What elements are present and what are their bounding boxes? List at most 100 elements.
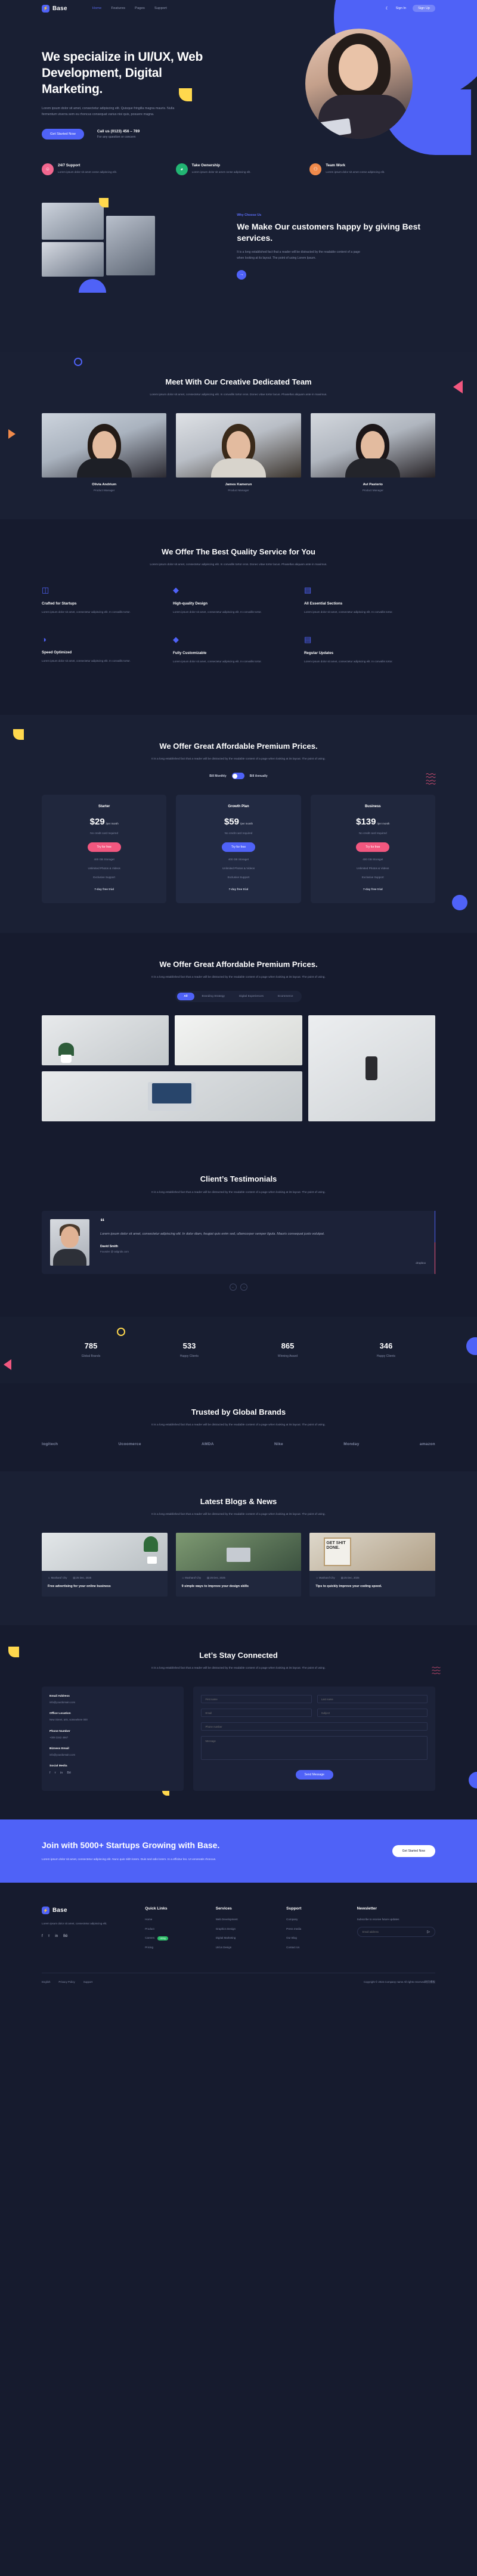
send-message-button[interactable]: Send Message <box>295 1770 333 1780</box>
sign-up-button[interactable]: Sign Up <box>413 5 435 12</box>
footer: ⚡ Base Lorem ipsum dolor sit amet, conse… <box>0 1883 477 1995</box>
tab-branding-strategy[interactable]: Branding Strategy <box>196 993 231 1000</box>
stat-value: 346 <box>379 1341 393 1350</box>
blog-subtitle: It is a long established fact that a rea… <box>151 1513 326 1517</box>
plan-try-button[interactable]: Try for free <box>221 842 256 853</box>
email-input[interactable] <box>201 1709 312 1718</box>
message-textarea[interactable] <box>201 1736 428 1760</box>
twitter-icon[interactable]: т <box>55 1771 57 1775</box>
footer-link-contact-us[interactable]: Contact Us <box>286 1945 345 1950</box>
footer-brand-column: ⚡ Base Lorem ipsum dolor sit amet, conse… <box>42 1907 133 1955</box>
portfolio-item[interactable] <box>175 1015 302 1066</box>
portfolio-item[interactable] <box>308 1015 435 1122</box>
send-icon[interactable]: ▷ <box>427 1930 430 1934</box>
team-title: Meet With Our Creative Dedicated Team <box>165 377 312 386</box>
service-text: Lorem ipsum dolor sit amet, consectetur … <box>172 660 262 664</box>
blog-author: Musharof Chy <box>318 1576 335 1580</box>
behance-icon[interactable]: Bē <box>63 1935 67 1938</box>
footer-link-pricing[interactable]: Pricing <box>145 1945 203 1950</box>
plan-trial: 7-day free trial <box>363 888 383 892</box>
facebook-icon[interactable]: f <box>49 1771 51 1775</box>
feature-text: Lorem ipsum dolor sit amet conse adipisc… <box>58 170 117 173</box>
yellow-shape-decor-3 <box>13 729 24 740</box>
sign-in-link[interactable]: Sign In <box>396 7 406 10</box>
blog-card[interactable]: ☺ Musharof Chy ▤ 25 Dec, 2025 Free adver… <box>42 1533 168 1597</box>
nav-item-support[interactable]: Support <box>154 7 167 10</box>
footer-socials: f т in Bē <box>42 1935 133 1938</box>
blog-card[interactable]: GET SHIT DONE. ☺ Musharof Chy ▤ 25 Dec, … <box>309 1533 436 1597</box>
cta-text: Lorem ipsum dolor sit amet, consectetur … <box>42 1858 216 1861</box>
nav-actions: ☾ Sign In Sign Up <box>385 5 435 12</box>
footer-link-graphics-design[interactable]: Graphics Design <box>216 1927 274 1932</box>
linkedin-icon[interactable]: in <box>60 1771 63 1775</box>
arrow-left-icon[interactable]: ← <box>230 1283 237 1291</box>
services-title: We Offer The Best Quality Service for Yo… <box>162 547 315 556</box>
nav-item-pages[interactable]: Pages <box>135 7 145 10</box>
service-card: ◑ Speed Optimized Lorem ipsum dolor sit … <box>42 635 173 664</box>
phone-input[interactable] <box>201 1722 428 1731</box>
service-title: Speed Optimized <box>42 650 72 655</box>
first-name-input[interactable] <box>201 1695 312 1704</box>
facebook-icon[interactable]: f <box>42 1935 43 1938</box>
billing-toggle[interactable]: Bill Monthly Bill Annually <box>42 773 435 780</box>
portfolio-title: We Offer Great Affordable Premium Prices… <box>159 960 318 969</box>
newsletter-email-input[interactable] <box>362 1930 428 1933</box>
arrow-right-icon[interactable]: → <box>240 1283 247 1291</box>
footer-link-careers[interactable]: Careers Hiring <box>145 1936 203 1940</box>
service-title: High-quality Design <box>172 602 208 606</box>
linkedin-icon[interactable]: in <box>55 1935 58 1938</box>
plan-period: /per month <box>106 822 119 826</box>
portfolio-item[interactable] <box>42 1071 302 1122</box>
footer-link-ui-ux-design[interactable]: UI/Ux Design <box>216 1945 274 1950</box>
behance-icon[interactable]: Bē <box>67 1771 71 1775</box>
social-links: f т in Bē <box>49 1771 176 1775</box>
blog-date: 25 Dec, 2025 <box>76 1576 92 1580</box>
footer-link-our-blog[interactable]: Our Blog <box>286 1936 345 1940</box>
brand-logos: logitech Ucoomerce AMDA Nike Monday amaz… <box>42 1442 435 1446</box>
footer-link-digital-marketing[interactable]: Digital Marketing <box>216 1936 274 1940</box>
footer-link-press-media[interactable]: Press media <box>286 1927 345 1932</box>
cta-get-started-button[interactable]: Get Started Now <box>392 1845 435 1858</box>
footer-link-product[interactable]: Product <box>145 1927 203 1932</box>
blue-arch-decor <box>79 278 106 293</box>
brand-logo[interactable]: ⚡ Base <box>42 4 67 13</box>
blog-card[interactable]: ☺ Musharof Chy ▤ 25 Dec, 2025 9 simple w… <box>175 1533 302 1597</box>
call-title: Call us (0123) 456 – 789 <box>97 129 140 134</box>
stat-item: 346 Happy Clients <box>337 1341 435 1358</box>
feature-card: ⚇ Team Work Lorem ipsum dolor sit amet c… <box>309 163 435 175</box>
get-started-button[interactable]: Get Started Now <box>42 128 84 140</box>
plan-price: $139 <box>356 817 376 827</box>
footer-support: Support Company Press media Our Blog Con… <box>286 1907 345 1955</box>
nav-item-home[interactable]: Home <box>92 7 102 10</box>
footer-logo[interactable]: ⚡ Base <box>42 1907 133 1915</box>
last-name-input[interactable] <box>317 1695 428 1704</box>
portfolio-item[interactable] <box>42 1015 169 1066</box>
hiring-badge: Hiring <box>157 1936 168 1940</box>
footer-bottom-support[interactable]: Support <box>83 1980 92 1983</box>
footer-bottom-privacy-policy[interactable]: Privacy Policy <box>58 1980 75 1983</box>
blog-author: Musharof Chy <box>51 1576 67 1580</box>
footer-link-company[interactable]: Company <box>286 1917 345 1922</box>
twitter-icon[interactable]: т <box>48 1935 50 1938</box>
pricing-section: 〜〜 〜〜 〜〜 〜〜 We Offer Great Affordable Premi… <box>0 714 477 934</box>
footer-link-home[interactable]: Home <box>145 1917 203 1922</box>
stat-value: 533 <box>182 1341 196 1350</box>
plan-try-button[interactable]: Try for free <box>356 842 390 853</box>
footer-link-web-development[interactable]: Web Development <box>216 1917 274 1922</box>
moon-icon[interactable]: ☾ <box>385 6 389 11</box>
hero-section: ⚡ Base Home Features Pages Support ☾ Sig… <box>0 0 477 352</box>
plan-feature: 400 GB Storaget <box>94 858 114 861</box>
tab-digital-experiences[interactable]: Digital Experiences <box>233 993 270 1000</box>
bolt-icon: ⚡ <box>42 4 49 13</box>
testimonials-subtitle: It is a long established fact that a rea… <box>151 1191 326 1194</box>
arrow-right-icon[interactable]: → <box>237 269 247 280</box>
tab-ecommerce[interactable]: Ecommerce <box>271 993 300 1000</box>
contact-title: Let’s Stay Connected <box>199 1650 278 1660</box>
footer-bottom-english[interactable]: English <box>42 1980 50 1983</box>
blog-post-title: Free advertising for your online busines… <box>48 1585 111 1589</box>
nav-item-features[interactable]: Features <box>111 7 125 10</box>
plan-try-button[interactable]: Try for free <box>87 842 121 853</box>
tab-all[interactable]: All <box>177 993 194 1001</box>
billing-switch[interactable] <box>231 773 244 780</box>
subject-input[interactable] <box>317 1709 428 1718</box>
